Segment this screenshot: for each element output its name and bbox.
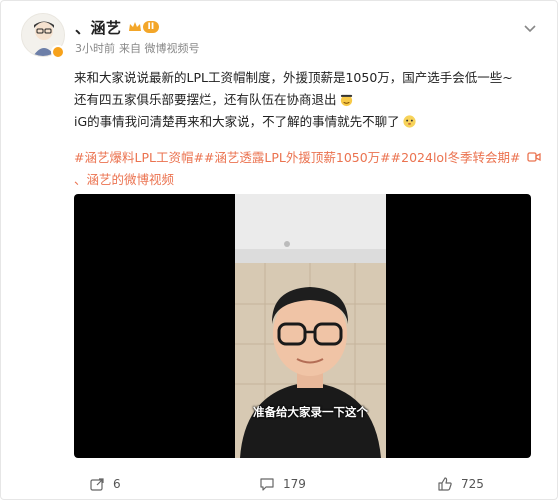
like-button[interactable]: 725 [437, 475, 484, 493]
hashtag-row: #涵艺爆料LPL工资帽##涵艺透露LPL外援顶薪1050万##2024lol冬季… [74, 147, 544, 169]
name-row: 、涵艺 II [75, 17, 162, 38]
video-camera-icon [526, 152, 541, 162]
verified-badge [51, 45, 65, 59]
chevron-down-icon[interactable] [523, 21, 537, 35]
comment-count: 179 [283, 477, 306, 491]
post-text: 来和大家说说最新的LPL工资帽制度，外援顶薪是1050万，国产选手会低一些~ 还… [74, 67, 544, 133]
crown-icon [128, 22, 141, 31]
post-text-line: iG的事情我问清楚再来和大家说，不了解的事情就先不聊了 [74, 111, 544, 133]
emoji-smile-icon [340, 94, 352, 107]
comment-button[interactable]: 179 [259, 475, 306, 493]
share-button[interactable]: 6 [89, 475, 121, 493]
like-count: 725 [461, 477, 484, 491]
post-source: 来自 微博视频号 [119, 42, 200, 55]
post-text-line: 还有四五家俱乐部要摆烂，还有队伍在协商退出 [74, 89, 544, 111]
post-meta: 3小时前 来自 微博视频号 [75, 40, 200, 56]
video-subtitle: 准备给大家录一下这个 [253, 405, 368, 419]
hashtag-link[interactable]: #涵艺爆料LPL工资帽# [74, 150, 204, 165]
post-text-line: 来和大家说说最新的LPL工资帽制度，外援顶薪是1050万，国产选手会低一些~ [74, 70, 513, 85]
user-name[interactable]: 、涵艺 [75, 17, 122, 38]
like-icon [438, 477, 452, 491]
video-player[interactable]: 准备给大家录一下这个 [74, 194, 531, 458]
post-header: 、涵艺 II 3小时前 来自 微博视频号 [13, 9, 543, 61]
share-icon [90, 478, 104, 491]
hashtag-link[interactable]: #2024lol冬季转会期# [391, 150, 521, 165]
emoji-cute-icon [403, 115, 416, 128]
weibo-post-card: 、涵艺 II 3小时前 来自 微博视频号 来和大家说说最新的LPL工资帽制度，外… [0, 0, 558, 500]
action-bar: 6 179 725 [1, 467, 558, 500]
video-source-link[interactable]: 、涵艺的微博视频 [74, 169, 174, 191]
hashtag-link[interactable]: #涵艺透露LPL外援顶薪1050万# [204, 150, 391, 165]
member-badge[interactable]: II [128, 20, 162, 34]
comment-icon [260, 478, 274, 491]
post-time[interactable]: 3小时前 [75, 40, 115, 56]
video-thumbnail: 准备给大家录一下这个 [235, 194, 386, 458]
share-count: 6 [113, 477, 121, 491]
level-badge: II [142, 21, 160, 33]
